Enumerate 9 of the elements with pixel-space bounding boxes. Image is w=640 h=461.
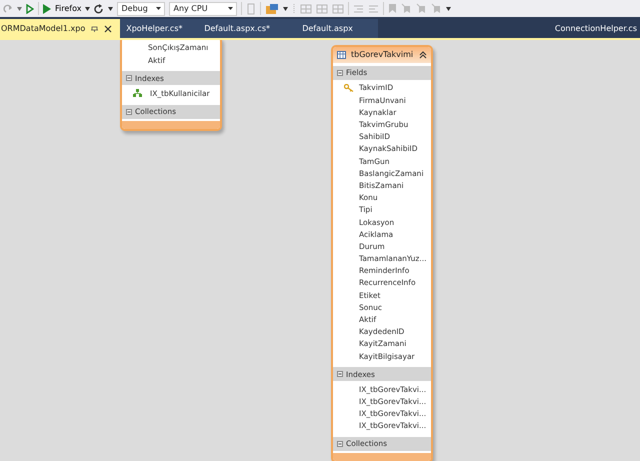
run-button[interactable]: Firefox xyxy=(43,2,90,14)
platform-dropdown[interactable]: Any CPU xyxy=(169,2,238,16)
entity-title: tbGorevTakvimi xyxy=(351,49,414,61)
document-tab[interactable]: ORMDataModel1.xpo xyxy=(0,19,120,38)
document-tab[interactable]: XpoHelper.cs* xyxy=(120,19,198,38)
document-tab[interactable]: Default.aspx xyxy=(296,19,378,38)
configuration-dropdown[interactable]: Debug xyxy=(117,2,166,16)
document-tab[interactable]: ConnectionHelper.cs xyxy=(546,19,640,38)
document-tab[interactable]: Default.aspx.cs* xyxy=(198,19,296,38)
